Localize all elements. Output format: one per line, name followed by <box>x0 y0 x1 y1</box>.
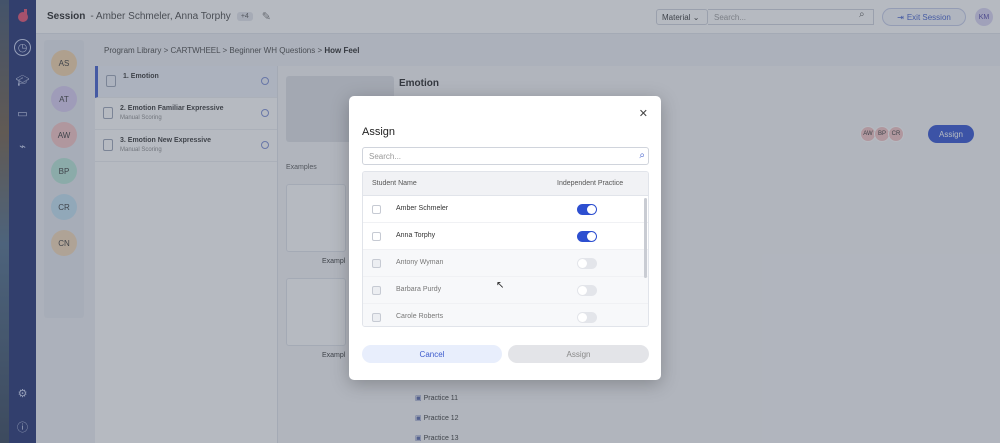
row-checkbox <box>372 313 381 322</box>
independent-practice-toggle[interactable] <box>577 231 597 242</box>
toggle-knob <box>587 205 596 214</box>
row-checkbox[interactable] <box>372 205 381 214</box>
table-row: Anna Torphy <box>363 223 648 250</box>
table-row: Carole Roberts <box>363 304 648 326</box>
table-scrollbar[interactable] <box>644 198 647 278</box>
close-icon[interactable]: ✕ <box>639 107 648 120</box>
col-independent-practice: Independent Practice <box>557 180 624 187</box>
toggle-knob <box>578 286 587 295</box>
modal-assign-label: Assign <box>566 349 591 359</box>
cancel-button[interactable]: Cancel <box>362 345 502 363</box>
toggle-knob <box>578 313 587 322</box>
cancel-label: Cancel <box>419 349 445 359</box>
table-body: Amber Schmeler Anna Torphy Antony Wyman Bar… <box>363 196 648 326</box>
table-row: Amber Schmeler <box>363 196 648 223</box>
student-search-input[interactable]: Search... <box>362 147 649 165</box>
table-row: Barbara Purdy <box>363 277 648 304</box>
col-student-name: Student Name <box>372 180 417 187</box>
independent-practice-toggle <box>577 258 597 269</box>
toggle-knob <box>578 259 587 268</box>
search-icon[interactable]: ⌕ <box>639 150 645 161</box>
row-checkbox <box>372 259 381 268</box>
modal-assign-button[interactable]: Assign <box>508 345 649 363</box>
student-name: Antony Wyman <box>396 259 444 266</box>
assign-modal: ✕ Assign Search... ⌕ Student Name Indepe… <box>349 96 661 380</box>
row-checkbox <box>372 286 381 295</box>
student-name: Anna Torphy <box>396 232 436 239</box>
independent-practice-toggle <box>577 285 597 296</box>
toggle-knob <box>587 232 596 241</box>
table-header: Student Name Independent Practice <box>363 172 648 196</box>
student-name: Carole Roberts <box>396 313 444 320</box>
row-checkbox[interactable] <box>372 232 381 241</box>
student-name: Amber Schmeler <box>396 205 449 212</box>
student-name: Barbara Purdy <box>396 286 442 293</box>
student-table: Student Name Independent Practice Amber … <box>362 171 649 327</box>
table-row: Antony Wyman <box>363 250 648 277</box>
independent-practice-toggle <box>577 312 597 323</box>
independent-practice-toggle[interactable] <box>577 204 597 215</box>
mouse-cursor-icon: ↖ <box>496 280 505 291</box>
modal-title: Assign <box>362 126 396 138</box>
